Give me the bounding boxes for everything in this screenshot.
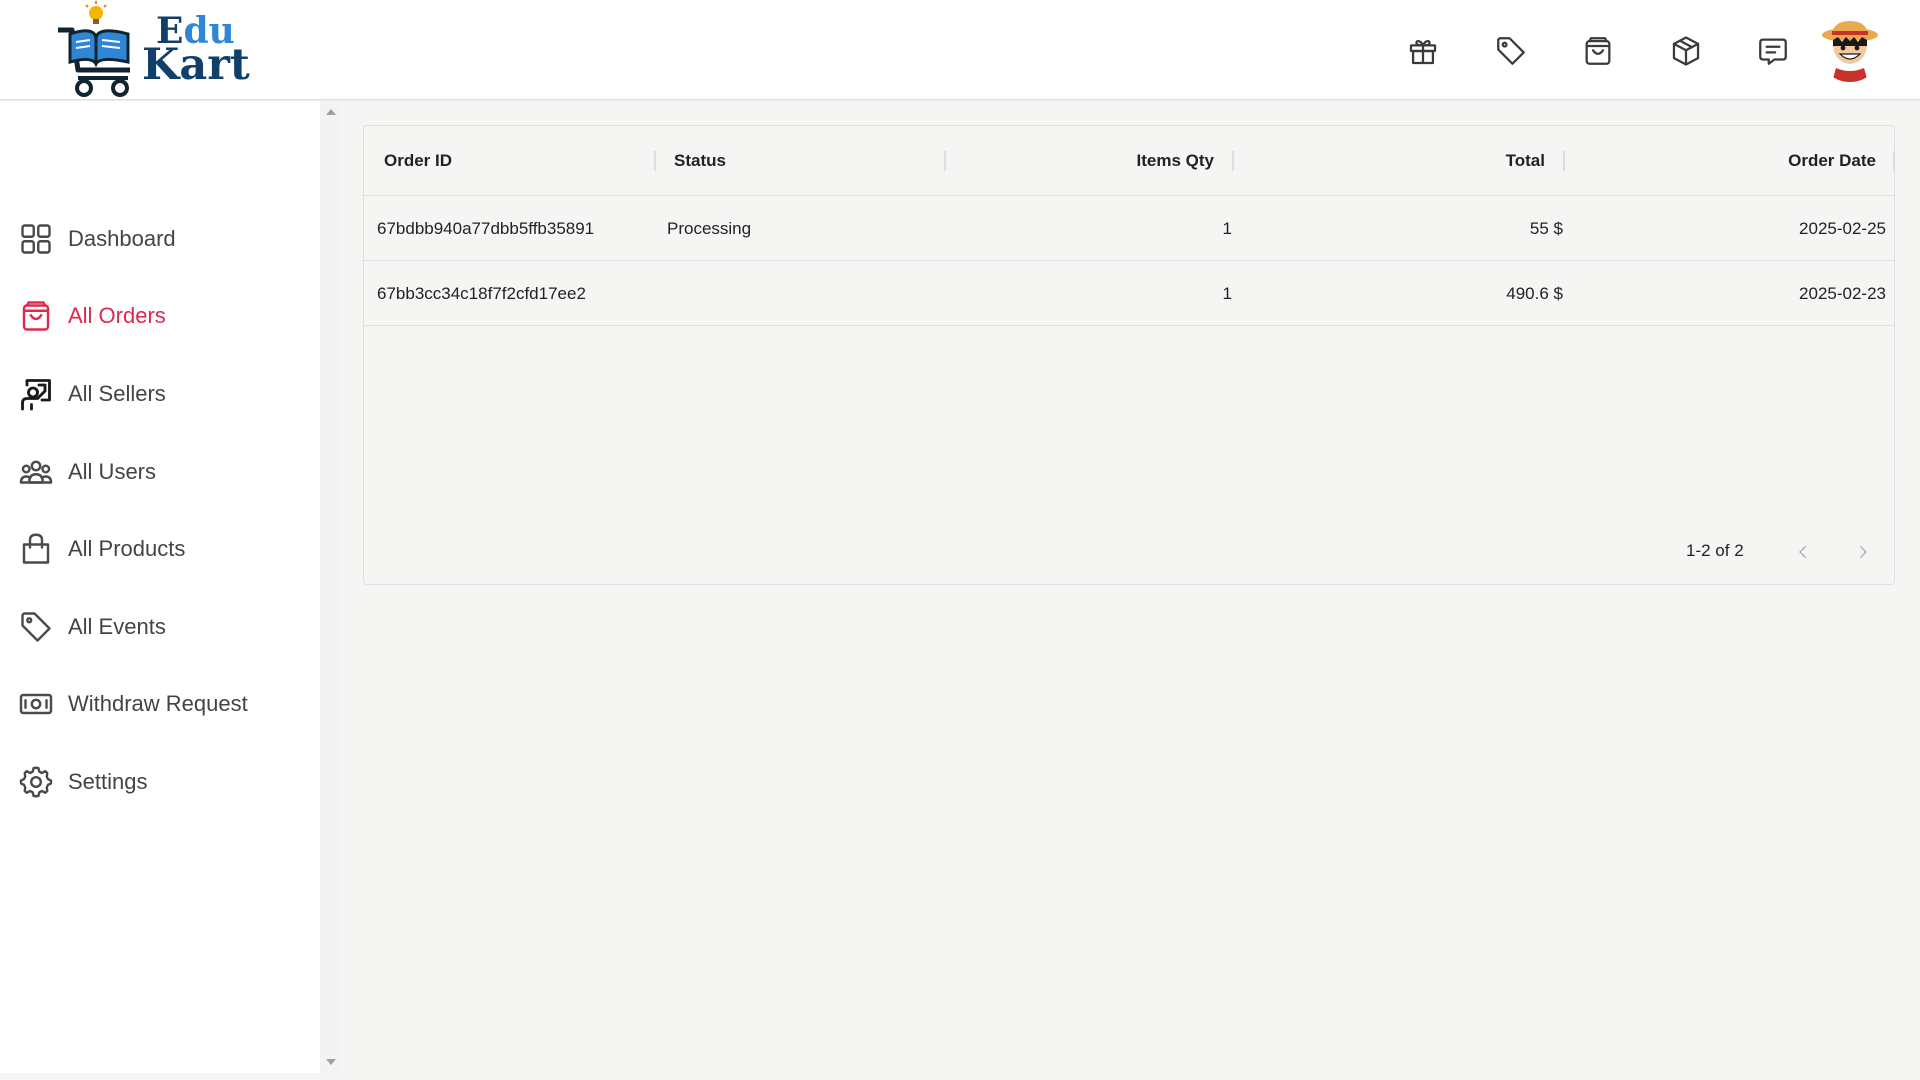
user-avatar[interactable] [1818,18,1882,82]
cell-order-date: 2025-02-25 [1799,218,1886,238]
shopping-bag-icon[interactable] [1573,26,1623,76]
sidebar-item-label: All Sellers [68,381,166,406]
scroll-down-arrow-icon[interactable] [326,1059,336,1065]
brand-name: Edu Kart [142,13,250,90]
orders-table: Order ID Status Items Qty Total Order Da… [363,125,1895,585]
column-separator[interactable] [944,151,946,171]
sidebar: Dashboard All Orders All Sellers All Use… [0,101,320,1073]
sidebar-item-label: All Users [68,459,157,484]
column-header-items-qty[interactable]: Items Qty [964,126,1214,196]
sidebar-item-settings[interactable]: Settings [18,758,308,806]
next-page-button[interactable] [1845,536,1881,568]
column-header-order-id[interactable]: Order ID [384,126,452,196]
column-separator[interactable] [1232,151,1234,171]
cell-items-qty: 1 [1222,218,1232,238]
dashboard-grid-icon [21,224,51,254]
sidebar-item-all-sellers[interactable]: All Sellers [18,370,308,418]
cell-order-date: 2025-02-23 [1799,283,1886,303]
cell-status: Processing [667,218,752,238]
brand-word-kart: Kart [142,39,250,90]
cell-total: 490.6 $ [1506,283,1563,303]
sidebar-item-all-products[interactable]: All Products [18,525,308,573]
users-icon [19,460,53,484]
top-header: Edu Kart [0,0,1920,100]
gift-icon[interactable] [1398,26,1448,76]
sidebar-item-label: Settings [68,769,148,794]
message-icon[interactable] [1748,26,1798,76]
column-header-total[interactable]: Total [1264,126,1545,196]
products-bag-icon [22,533,50,564]
previous-page-button[interactable] [1785,536,1821,568]
pagination-range: 1-2 of 2 [1686,541,1744,560]
cell-total: 55 $ [1529,218,1563,238]
column-separator[interactable] [654,151,656,171]
chevron-left-icon [1799,546,1806,558]
tag-icon[interactable] [1486,26,1536,76]
table-row[interactable]: 67bb3cc34c18f7f2cfd17ee2 1 490.6 $ 2025-… [364,261,1894,326]
sidebar-item-all-orders[interactable]: All Orders [18,292,308,340]
sidebar-item-label: All Products [68,536,186,561]
avatar-image [1818,18,1882,82]
money-icon [19,693,53,715]
sidebar-item-all-events[interactable]: All Events [18,603,308,651]
column-separator[interactable] [1893,151,1895,171]
sidebar-item-withdraw-request[interactable]: Withdraw Request [18,680,308,728]
edukart-logo[interactable]: Edu Kart [50,0,260,100]
cell-order-id: 67bdbb940a77dbb5ffb35891 [377,218,595,238]
chevron-right-icon [1860,546,1867,558]
sidebar-item-dashboard[interactable]: Dashboard [18,215,308,263]
gear-icon [19,766,53,798]
table-row[interactable]: 67bdbb940a77dbb5ffb35891 Processing 1 55… [364,196,1894,261]
sidebar-item-label: All Events [68,614,166,639]
cell-order-id: 67bb3cc34c18f7f2cfd17ee2 [377,283,586,303]
table-header: Order ID Status Items Qty Total Order Da… [364,126,1895,196]
sidebar-item-label: Dashboard [68,226,176,251]
sidebar-item-all-users[interactable]: All Users [18,448,308,496]
column-header-status[interactable]: Status [674,126,726,196]
package-icon[interactable] [1661,26,1711,76]
tag-icon [21,612,51,642]
seller-icon [21,379,51,411]
sidebar-item-label: Withdraw Request [68,691,248,716]
book-cart-logo-icon [58,1,130,97]
shopping-bag-icon [22,301,50,331]
scroll-up-arrow-icon[interactable] [326,109,336,115]
column-separator[interactable] [1563,151,1565,171]
sidebar-scrollbar[interactable] [320,101,340,1073]
cell-items-qty: 1 [1222,283,1232,303]
column-header-order-date[interactable]: Order Date [1594,126,1876,196]
sidebar-item-label: All Orders [68,303,166,328]
